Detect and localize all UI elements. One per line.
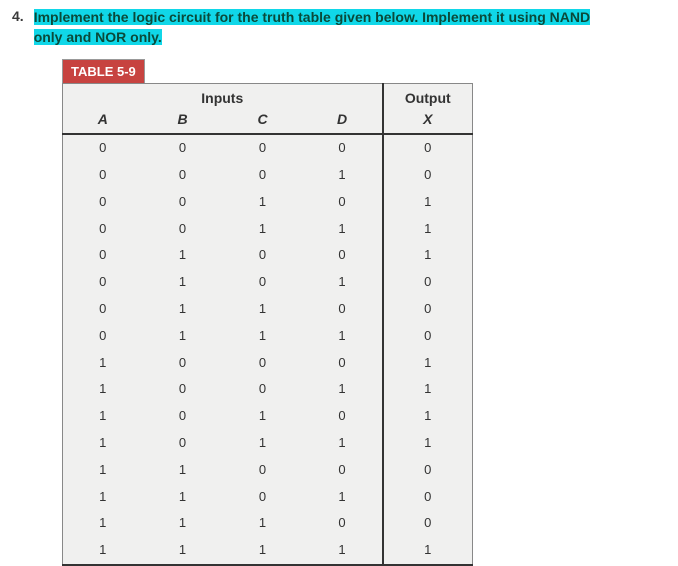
table-row: 10101	[63, 403, 473, 430]
table-row: 11111	[63, 537, 473, 565]
table-row: 01110	[63, 323, 473, 350]
truth-table: Inputs Output A B C D X 00000 00010 0010…	[62, 83, 473, 566]
table-row: 10111	[63, 430, 473, 457]
table-row: 11000	[63, 457, 473, 484]
question-text-line2: only and NOR only.	[34, 29, 162, 45]
table-row: 10011	[63, 376, 473, 403]
output-header: Output	[383, 84, 473, 109]
table-row: 11010	[63, 484, 473, 511]
table-row: 00101	[63, 189, 473, 216]
question-text-line1: Implement the logic circuit for the trut…	[34, 9, 590, 25]
table-row: 01001	[63, 242, 473, 269]
table-header-cols-row: A B C D X	[63, 108, 473, 134]
table-row: 00010	[63, 162, 473, 189]
col-b: B	[143, 108, 223, 134]
question-text: Implement the logic circuit for the trut…	[34, 8, 590, 47]
table-body: 00000 00010 00101 00111 01001 01010 0110…	[63, 134, 473, 565]
table-row: 00000	[63, 134, 473, 162]
table-header-group-row: Inputs Output	[63, 84, 473, 109]
table-title: TABLE 5-9	[62, 59, 145, 83]
question-block: 4. Implement the logic circuit for the t…	[12, 8, 666, 47]
inputs-header: Inputs	[63, 84, 383, 109]
table-row: 01010	[63, 269, 473, 296]
col-d: D	[303, 108, 383, 134]
question-number: 4.	[12, 8, 24, 24]
col-c: C	[223, 108, 303, 134]
table-row: 11100	[63, 510, 473, 537]
col-x: X	[383, 108, 473, 134]
table-row: 00111	[63, 216, 473, 243]
col-a: A	[63, 108, 143, 134]
table-row: 10001	[63, 350, 473, 377]
table-row: 01100	[63, 296, 473, 323]
table-container: TABLE 5-9 Inputs Output A B C D X 00000 …	[62, 59, 666, 566]
